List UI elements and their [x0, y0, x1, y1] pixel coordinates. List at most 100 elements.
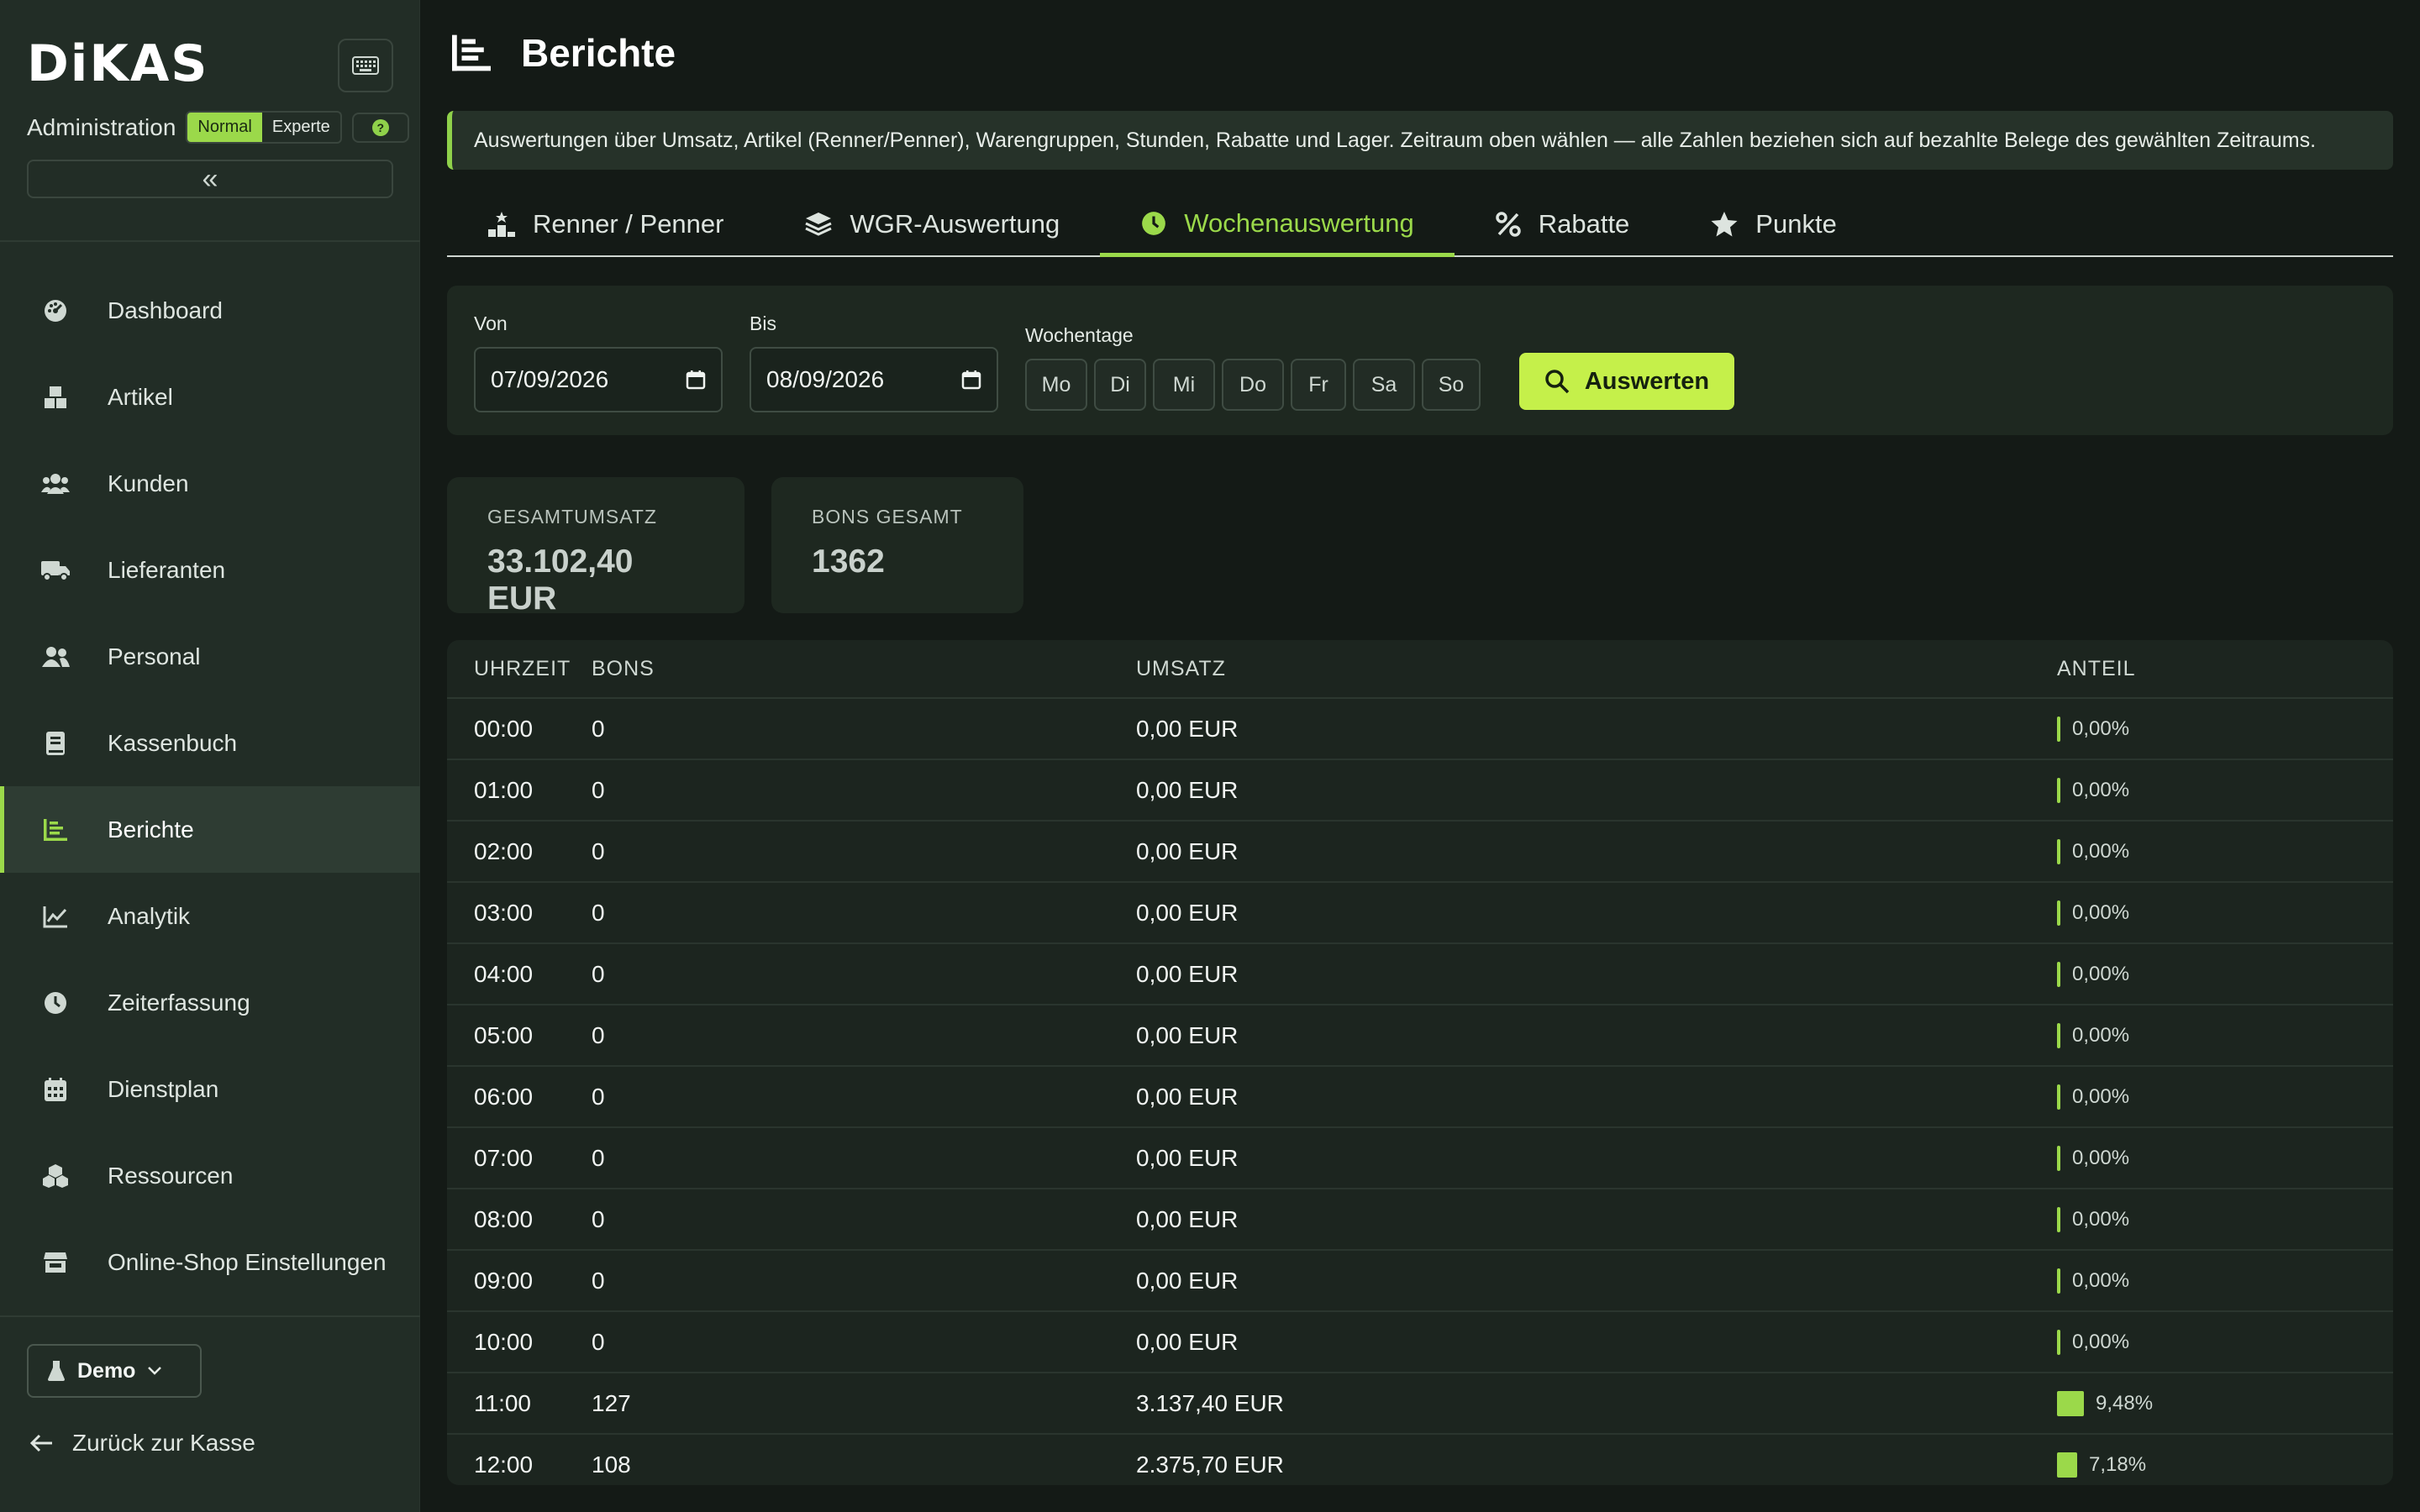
evaluate-label: Auswerten: [1584, 367, 1710, 395]
mode-normal-button[interactable]: Normal: [187, 113, 262, 142]
date-to-label: Bis: [750, 312, 776, 334]
cell-bons: 0: [592, 960, 605, 987]
sidebar-divider: [0, 240, 420, 242]
tab-wochenauswertung[interactable]: Wochenauswertung: [1100, 193, 1455, 257]
share-value: 7,18%: [2089, 1452, 2147, 1476]
column-header-bons[interactable]: BONS: [592, 657, 1136, 681]
date-from-field: Von 07/09/2026: [474, 312, 723, 412]
flask-icon: [48, 1361, 65, 1381]
cell-time: 05:00: [474, 1021, 534, 1048]
share-bar: [2057, 1329, 2060, 1355]
back-to-pos-link[interactable]: Zurück zur Kasse: [29, 1430, 255, 1457]
cell-revenue: 0,00 EUR: [1136, 715, 1239, 742]
weekday-toggle-di[interactable]: Di: [1094, 359, 1146, 411]
ranking-icon: [488, 212, 515, 237]
filter-panel: Von 07/09/2026 Bis 08/09/2026 Wochentage…: [447, 286, 2393, 435]
cell-revenue: 0,00 EUR: [1136, 899, 1239, 926]
mode-expert-button[interactable]: Experte: [262, 113, 340, 142]
sidebar-item-personal[interactable]: Personal: [0, 613, 420, 700]
table-body: 00:00 0 0,00 EUR 0,00% 01:00 0 0,00 EUR 0,00% 02…: [447, 699, 2393, 1485]
sidebar-item-label: Lieferanten: [108, 556, 226, 583]
tab-punkte[interactable]: Punkte: [1670, 193, 1877, 255]
sidebar-item-dienstplan[interactable]: Dienstplan: [0, 1046, 420, 1132]
sidebar-item-label: Personal: [108, 643, 201, 669]
sidebar-item-ressourcen[interactable]: Ressourcen: [0, 1132, 420, 1219]
sidebar-nav: Dashboard Artikel Kunden Lieferanten Per…: [0, 267, 420, 1305]
keyboard-button[interactable]: [338, 39, 393, 92]
sidebar: DiKAS Administration Normal Experte ? « …: [0, 0, 420, 1512]
sidebar-item-kassenbuch[interactable]: Kassenbuch: [0, 700, 420, 786]
demo-label: Demo: [77, 1358, 136, 1383]
weekday-toggle-do[interactable]: Do: [1222, 359, 1284, 411]
sidebar-item-online-shop[interactable]: Online-Shop Einstellungen: [0, 1219, 420, 1305]
share-value: 0,00%: [2072, 1084, 2130, 1108]
table-row: 09:00 0 0,00 EUR 0,00%: [447, 1251, 2393, 1312]
evaluate-button[interactable]: Auswerten: [1519, 353, 1734, 410]
cell-revenue: 3.137,40 EUR: [1136, 1389, 1284, 1416]
tab-renner-penner[interactable]: Renner / Penner: [447, 193, 764, 255]
sidebar-item-dashboard[interactable]: Dashboard: [0, 267, 420, 354]
kpi-total-bons: BONS GESAMT 1362: [771, 477, 1023, 613]
sidebar-item-lieferanten[interactable]: Lieferanten: [0, 527, 420, 613]
column-header-time[interactable]: UHRZEIT: [447, 657, 592, 681]
hourly-table: UHRZEIT BONS UMSATZ ANTEIL 00:00 0 0,00 EU…: [447, 640, 2393, 1485]
column-header-revenue[interactable]: UMSATZ: [1136, 657, 2057, 681]
date-from-value: 07/09/2026: [491, 366, 609, 392]
clock-icon: [1142, 211, 1166, 235]
sidebar-item-analytik[interactable]: Analytik: [0, 873, 420, 959]
help-icon: ?: [371, 118, 389, 136]
share-bar: [2057, 1084, 2060, 1110]
cell-share: 9,48%: [2057, 1390, 2393, 1416]
sidebar-item-berichte[interactable]: Berichte: [0, 786, 420, 873]
sidebar-item-artikel[interactable]: Artikel: [0, 354, 420, 440]
percent-icon: [1495, 212, 1521, 237]
weekday-toggle-fr[interactable]: Fr: [1291, 359, 1346, 411]
share-value: 0,00%: [2072, 900, 2130, 924]
calendar-icon: [686, 370, 706, 390]
cell-share: 0,00%: [2057, 838, 2393, 864]
sidebar-item-label: Zeiterfassung: [108, 989, 250, 1016]
kpi-label: BONS GESAMT: [812, 506, 963, 528]
collapse-sidebar-button[interactable]: «: [27, 160, 393, 198]
cell-share: 0,00%: [2057, 1084, 2393, 1110]
share-value: 0,00%: [2072, 778, 2130, 801]
table-row: 11:00 127 3.137,40 EUR 9,48%: [447, 1373, 2393, 1435]
cell-share: 0,00%: [2057, 900, 2393, 926]
cell-revenue: 0,00 EUR: [1136, 776, 1239, 803]
weekday-toggle-mi[interactable]: Mi: [1153, 359, 1215, 411]
weekday-toggle-sa[interactable]: Sa: [1353, 359, 1415, 411]
sidebar-item-kunden[interactable]: Kunden: [0, 440, 420, 527]
cell-share: 0,00%: [2057, 961, 2393, 987]
cell-time: 12:00: [474, 1451, 534, 1478]
cell-bons: 0: [592, 1205, 605, 1232]
cell-time: 04:00: [474, 960, 534, 987]
sidebar-divider: [0, 1315, 420, 1317]
cell-bons: 0: [592, 1328, 605, 1355]
dashboard-icon: [40, 296, 71, 326]
cell-revenue: 0,00 EUR: [1136, 1144, 1239, 1171]
weekday-toggle-mo[interactable]: Mo: [1025, 359, 1087, 411]
tab-rabatte[interactable]: Rabatte: [1455, 193, 1670, 255]
cell-share: 7,18%: [2057, 1452, 2393, 1478]
date-to-field: Bis 08/09/2026: [750, 312, 998, 412]
cell-time: 07:00: [474, 1144, 534, 1171]
sidebar-item-zeiterfassung[interactable]: Zeiterfassung: [0, 959, 420, 1046]
star-icon: [1711, 212, 1738, 237]
truck-icon: [40, 555, 71, 585]
table-row: 10:00 0 0,00 EUR 0,00%: [447, 1312, 2393, 1373]
clock-icon: [40, 988, 71, 1018]
tab-wgr-auswertung[interactable]: WGR-Auswertung: [764, 193, 1100, 255]
date-from-input[interactable]: 07/09/2026: [474, 347, 723, 412]
date-to-input[interactable]: 08/09/2026: [750, 347, 998, 412]
demo-dropdown-button[interactable]: Demo: [27, 1344, 202, 1398]
sidebar-item-label: Dashboard: [108, 297, 223, 323]
kpi-value: 33.102,40 EUR: [487, 543, 634, 617]
column-header-share[interactable]: ANTEIL: [2057, 657, 2393, 681]
back-label: Zurück zur Kasse: [72, 1430, 255, 1456]
store-icon: [40, 1247, 71, 1278]
cell-bons: 0: [592, 1267, 605, 1294]
user-group-icon: [40, 642, 71, 672]
weekday-toggle-so[interactable]: So: [1422, 359, 1481, 411]
cell-revenue: 0,00 EUR: [1136, 960, 1239, 987]
help-button[interactable]: ?: [351, 112, 409, 143]
